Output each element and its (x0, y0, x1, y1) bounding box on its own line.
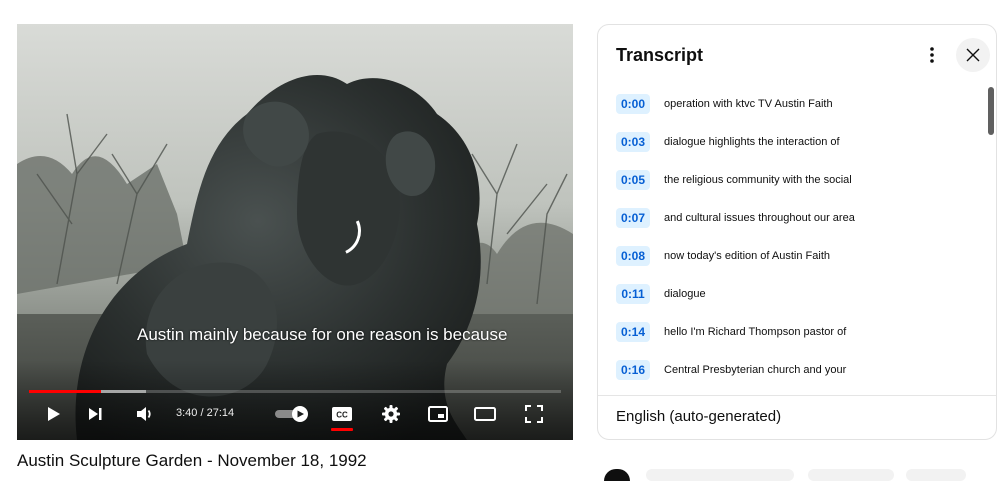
video-player[interactable]: Austin mainly because for one reason is … (17, 24, 573, 440)
play-icon (48, 407, 60, 421)
segment-timestamp: 0:08 (616, 246, 651, 266)
segment-timestamp: 0:07 (616, 208, 651, 228)
time-current: 3:40 (176, 407, 198, 419)
theater-mode-button[interactable] (472, 402, 498, 426)
gear-icon (382, 405, 400, 423)
segment-timestamp: 0:05 (616, 170, 651, 190)
chip-button[interactable] (808, 469, 894, 481)
transcript-segment[interactable]: 0:08 now today's edition of Austin Faith (616, 244, 976, 268)
close-transcript-button[interactable] (956, 38, 990, 72)
chip-button[interactable] (906, 469, 966, 481)
volume-icon (137, 407, 151, 421)
autoplay-toggle-icon (275, 406, 308, 422)
segment-text: the religious community with the social (664, 174, 852, 186)
transcript-scrollbar[interactable] (988, 87, 994, 135)
caption-text: Austin mainly because for one reason is … (137, 325, 508, 344)
segment-timestamp: 0:16 (616, 360, 651, 380)
time-separator: / (197, 407, 207, 419)
more-vert-icon (930, 47, 934, 63)
settings-button[interactable] (379, 402, 403, 426)
segment-timestamp: 0:00 (616, 94, 651, 114)
miniplayer-icon (428, 406, 448, 422)
more-options-button[interactable] (920, 43, 944, 67)
language-selector[interactable]: English (auto-generated) (598, 395, 996, 439)
close-icon (966, 48, 980, 62)
captions-button[interactable]: CC (330, 402, 354, 426)
miniplayer-button[interactable] (426, 402, 450, 426)
volume-button[interactable] (133, 402, 157, 426)
segment-text: now today's edition of Austin Faith (664, 250, 831, 262)
time-display: 3:40 / 27:14 (176, 407, 234, 419)
transcript-title: Transcript (616, 45, 704, 65)
progress-bar[interactable] (29, 390, 561, 393)
segment-text: hello I'm Richard Thompson pastor of (664, 326, 847, 338)
segment-timestamp: 0:03 (616, 132, 651, 152)
captions-active-indicator (331, 428, 353, 431)
transcript-panel: Transcript 0:00 operation with ktvc TV A… (597, 24, 997, 440)
segment-text: operation with ktvc TV Austin Faith (664, 98, 833, 110)
transcript-segment[interactable]: 0:14 hello I'm Richard Thompson pastor o… (616, 320, 976, 344)
language-label[interactable]: English (auto-generated) (616, 408, 781, 425)
fullscreen-icon (525, 405, 543, 423)
progress-played (29, 390, 101, 393)
transcript-segment[interactable]: 0:03 dialogue highlights the interaction… (616, 130, 976, 154)
chip-button[interactable] (646, 469, 794, 481)
time-total: 27:14 (206, 407, 235, 419)
cc-icon: CC (332, 407, 352, 421)
theater-mode-icon (474, 407, 496, 421)
transcript-segment[interactable]: 0:11 dialogue (616, 282, 976, 306)
controls-gradient (17, 360, 573, 440)
cc-label: CC (336, 411, 348, 420)
channel-avatar[interactable] (604, 469, 630, 481)
fullscreen-button[interactable] (522, 402, 546, 426)
transcript-segment[interactable]: 0:05 the religious community with the so… (616, 168, 976, 192)
transcript-segment[interactable]: 0:00 operation with ktvc TV Austin Faith (616, 92, 976, 116)
segment-timestamp: 0:14 (616, 322, 651, 342)
next-button[interactable] (83, 402, 107, 426)
segment-text: Central Presbyterian church and your (664, 364, 847, 376)
autoplay-toggle[interactable] (273, 402, 311, 426)
transcript-segment[interactable]: 0:16 Central Presbyterian church and you… (616, 358, 976, 382)
next-icon (89, 408, 102, 420)
segment-text: dialogue (664, 288, 706, 300)
transcript-segment-list: 0:00 operation with ktvc TV Austin Faith… (598, 87, 986, 387)
video-title: Austin Sculpture Garden - November 18, 1… (17, 451, 367, 470)
segment-timestamp: 0:11 (616, 284, 650, 304)
play-button[interactable] (41, 402, 65, 426)
segment-text: and cultural issues throughout our area (664, 212, 855, 224)
segment-text: dialogue highlights the interaction of (664, 136, 840, 148)
transcript-segment[interactable]: 0:07 and cultural issues throughout our … (616, 206, 976, 230)
